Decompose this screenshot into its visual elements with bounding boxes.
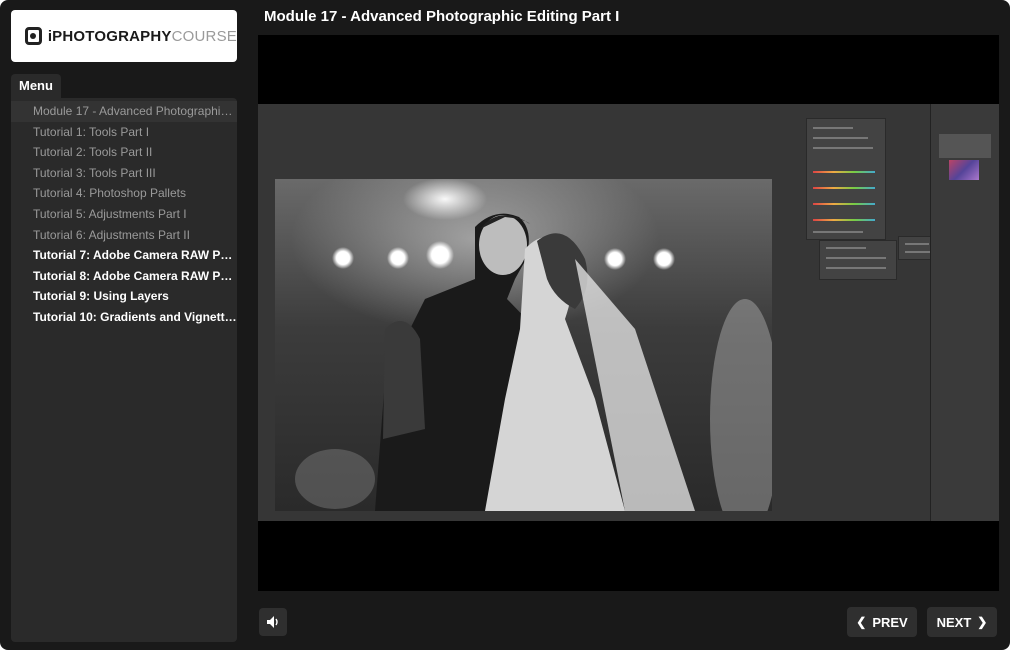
- video-frame: [258, 104, 999, 521]
- chevron-left-icon: ❮: [856, 615, 867, 629]
- menu-item-tutorial[interactable]: Tutorial 6: Adjustments Part II: [11, 225, 237, 246]
- prev-button[interactable]: ❮ PREV: [847, 607, 917, 637]
- logo-strong-text: iPHOTOGRAPHY: [47, 27, 172, 45]
- menu-tab[interactable]: Menu: [11, 74, 61, 98]
- logo-text: iPHOTOGRAPHYCOURSE: [48, 28, 237, 45]
- course-player: iPHOTOGRAPHYCOURSE Menu Module 17 - Adva…: [0, 0, 1010, 650]
- prev-label: PREV: [872, 614, 908, 630]
- menu-item-tutorial[interactable]: Tutorial 7: Adobe Camera RAW Part I: [11, 245, 237, 266]
- menu-item-tutorial[interactable]: Tutorial 3: Tools Part III: [11, 163, 237, 184]
- chevron-right-icon: ❯: [977, 615, 988, 629]
- menu-list: Module 17 - Advanced Photographic Editin…: [11, 98, 237, 642]
- video-player[interactable]: [258, 35, 999, 591]
- menu-item-tutorial[interactable]: Tutorial 8: Adobe Camera RAW Part II: [11, 266, 237, 287]
- menu-item-tutorial[interactable]: Tutorial 9: Using Layers: [11, 286, 237, 307]
- menu-item-tutorial[interactable]: Tutorial 4: Photoshop Pallets: [11, 183, 237, 204]
- menu-item-tutorial[interactable]: Tutorial 1: Tools Part I: [11, 122, 237, 143]
- speaker-icon: [267, 616, 278, 628]
- adjustments-panel: [819, 240, 897, 280]
- properties-panel: [806, 118, 886, 240]
- next-label: NEXT: [936, 614, 972, 630]
- wedding-photo: [275, 179, 772, 511]
- next-button[interactable]: NEXT ❯: [927, 607, 997, 637]
- logo-light-text: COURSE: [171, 27, 237, 45]
- menu-item-tutorial[interactable]: Tutorial 5: Adjustments Part I: [11, 204, 237, 225]
- volume-button[interactable]: [259, 608, 287, 636]
- logo: iPHOTOGRAPHYCOURSE: [11, 10, 237, 62]
- menu-item-tutorial[interactable]: Tutorial 2: Tools Part II: [11, 142, 237, 163]
- menu-item-module[interactable]: Module 17 - Advanced Photographic Editin…: [11, 101, 237, 122]
- layers-panel: [930, 104, 999, 521]
- camera-logo-icon: [25, 27, 42, 45]
- page-title: Module 17 - Advanced Photographic Editin…: [264, 8, 620, 25]
- menu-item-tutorial[interactable]: Tutorial 10: Gradients and Vignettes: [11, 307, 237, 328]
